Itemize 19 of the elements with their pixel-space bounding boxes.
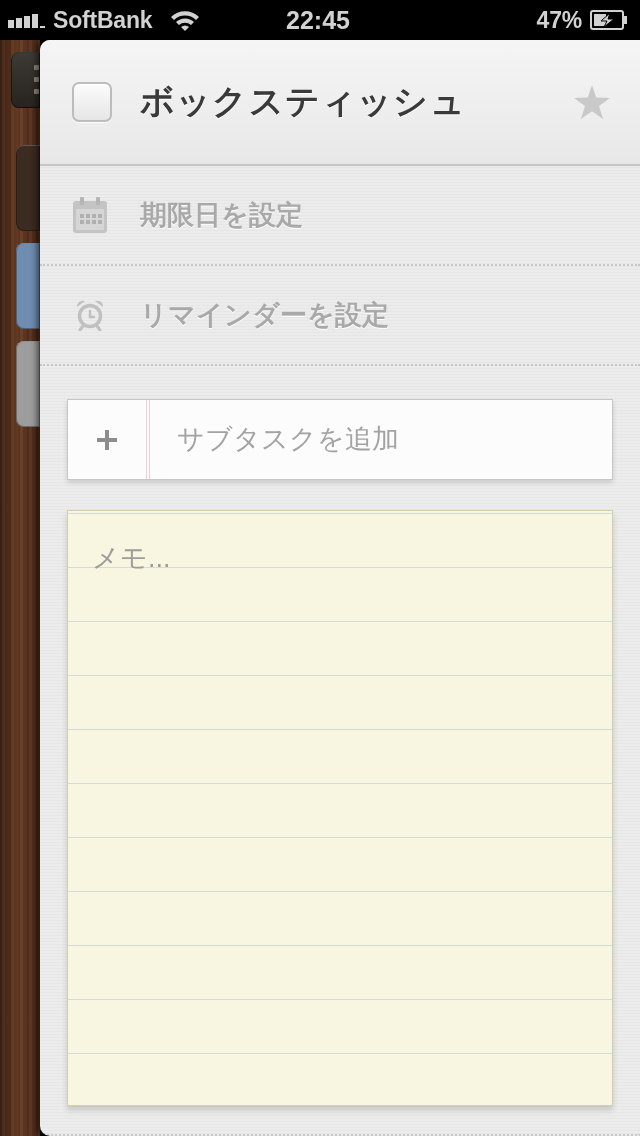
dots-icon [34,65,39,95]
signal-icon [8,12,45,28]
battery-icon [590,10,628,30]
alarm-clock-icon [76,299,104,331]
battery-percentage: 47% [536,8,582,32]
reminder-button[interactable]: リマインダーを設定 [40,266,640,366]
clock-time: 22:45 [286,7,350,33]
carrier-name: SoftBank [53,8,153,32]
checkbox[interactable] [72,82,112,122]
wifi-icon [170,9,201,31]
menu-button[interactable] [11,52,40,108]
task-title: ボックスティッシュ [140,81,467,122]
star-icon[interactable] [574,85,610,119]
note-field[interactable]: メモ... [67,510,613,1106]
plus-icon[interactable] [97,429,117,450]
due-date-button[interactable]: 期限日を設定 [40,166,640,266]
subtask-field[interactable]: サブタスクを追加 [67,399,613,480]
subtask-input[interactable]: サブタスクを追加 [150,400,612,479]
calendar-icon [73,197,107,233]
